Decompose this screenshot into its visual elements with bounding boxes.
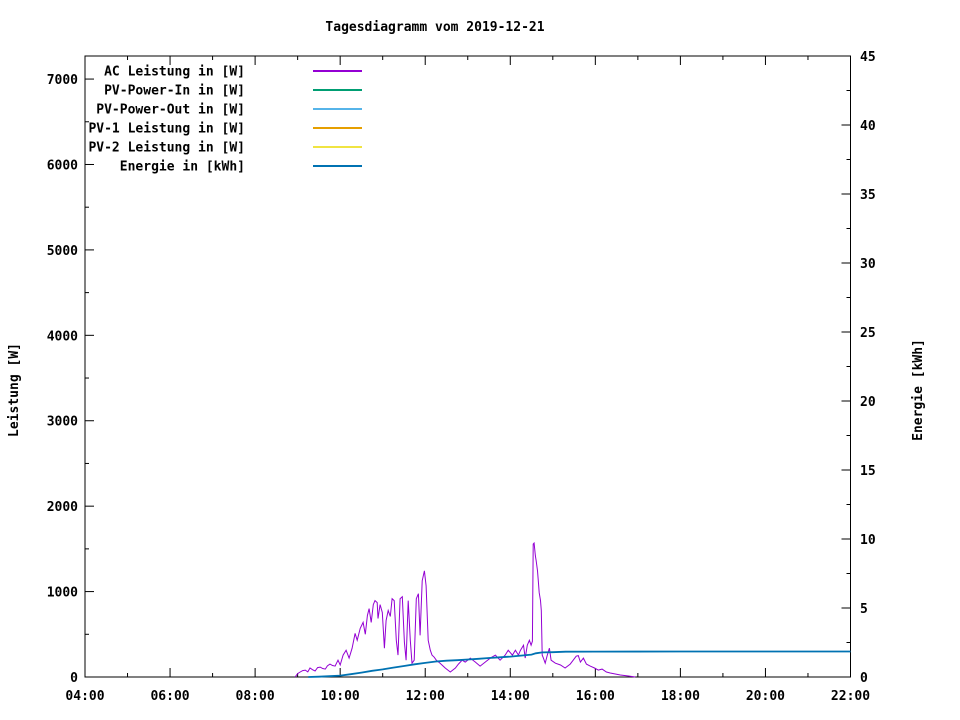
y-right-tick-label: 45 <box>860 50 876 65</box>
y-left-tick-label: 4000 <box>47 329 78 344</box>
y-right-tick-label: 20 <box>860 395 876 410</box>
legend-label: AC Leistung in [W] <box>104 65 245 80</box>
x-tick-label: 08:00 <box>236 689 275 704</box>
x-tick-label: 18:00 <box>661 689 700 704</box>
y-left-axis-label: Leistung [W] <box>7 343 22 437</box>
y-left-tick-label: 2000 <box>47 500 78 515</box>
legend-label: PV-2 Leistung in [W] <box>88 141 245 156</box>
y-left-tick-label: 3000 <box>47 415 78 430</box>
y-right-tick-label: 25 <box>860 326 876 341</box>
x-tick-label: 22:00 <box>831 689 870 704</box>
y-right-tick-label: 35 <box>860 188 876 203</box>
y-right-tick-label: 15 <box>860 464 876 479</box>
y-left-tick-label: 5000 <box>47 244 78 259</box>
y-right-axis-label: Energie [kWh] <box>911 339 926 441</box>
chart-title: Tagesdiagramm vom 2019-12-21 <box>325 20 544 35</box>
y-right-tick-label: 0 <box>860 671 868 686</box>
legend-label: Energie in [kWh] <box>120 160 245 175</box>
x-tick-label: 10:00 <box>321 689 360 704</box>
x-tick-label: 16:00 <box>576 689 615 704</box>
y-left-tick-label: 6000 <box>47 158 78 173</box>
x-tick-label: 20:00 <box>746 689 785 704</box>
legend-label: PV-1 Leistung in [W] <box>88 122 245 137</box>
x-tick-label: 06:00 <box>150 689 189 704</box>
y-right-tick-label: 10 <box>860 533 876 548</box>
y-right-tick-label: 40 <box>860 119 876 134</box>
y-left-tick-label: 0 <box>70 671 78 686</box>
gnuplot-page: 04:00 06:00 08:00 10:00 12:00 14:00 16:00 18:00… <box>0 0 960 720</box>
x-tick-label: 14:00 <box>491 689 530 704</box>
y-right-tick-label: 30 <box>860 257 876 272</box>
tagesdiagramm-chart: 04:00 06:00 08:00 10:00 12:00 14:00 16:00 18:00… <box>0 0 960 720</box>
y-left-tick-label: 1000 <box>47 586 78 601</box>
x-tick-label: 12:00 <box>406 689 445 704</box>
x-tick-label: 04:00 <box>65 689 104 704</box>
legend-label: PV-Power-Out in [W] <box>96 103 245 118</box>
y-left-tick-label: 7000 <box>47 73 78 88</box>
legend-label: PV-Power-In in [W] <box>104 84 245 99</box>
y-right-tick-label: 5 <box>860 602 868 617</box>
